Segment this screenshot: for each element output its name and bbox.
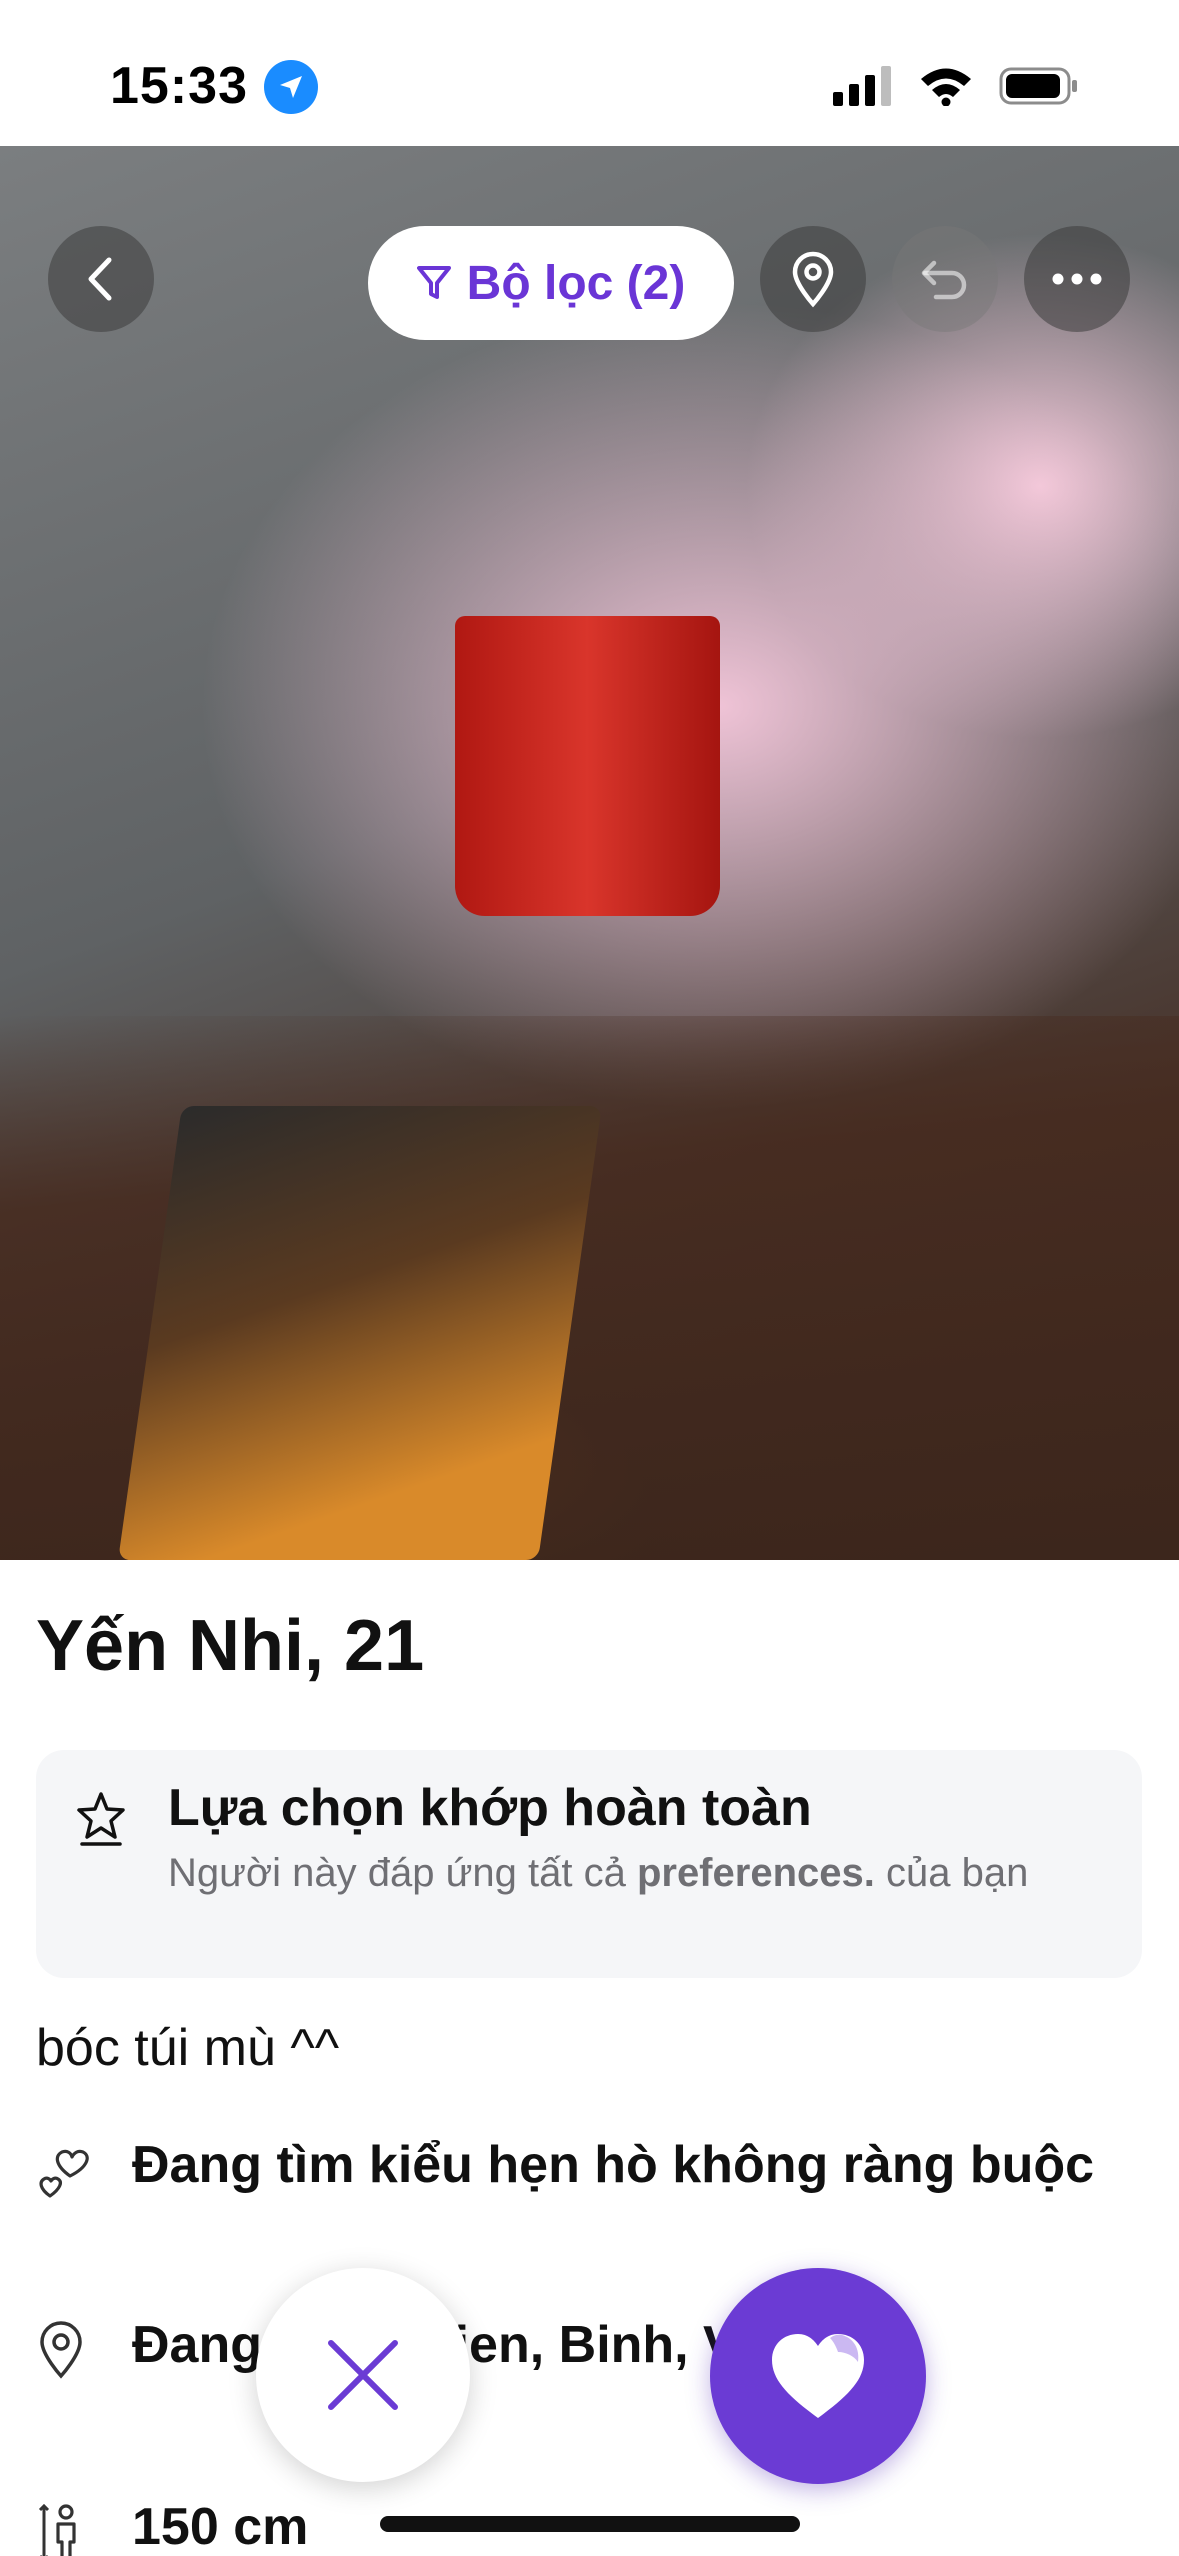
chevron-left-icon bbox=[88, 257, 112, 301]
match-title: Lựa chọn khớp hoàn toàn bbox=[168, 1779, 812, 1837]
match-card: Lựa chọn khớp hoàn toàn Người này đáp ứn… bbox=[36, 1750, 1142, 1978]
status-time: 15:33 bbox=[110, 57, 248, 115]
home-indicator bbox=[380, 2516, 800, 2532]
funnel-icon bbox=[416, 266, 451, 299]
location-arrow-icon bbox=[264, 60, 318, 114]
info-row-location: Đang Song Vien, Binh, Vietnam bbox=[36, 2312, 1136, 2452]
heart-icon bbox=[772, 2334, 864, 2418]
photo-snack-bag bbox=[118, 1106, 602, 1560]
status-bar: 15:33 bbox=[0, 0, 1179, 146]
info-row-dating-intent: Đang tìm kiểu hẹn hò không ràng buộc bbox=[36, 2132, 1136, 2272]
map-pin-icon bbox=[40, 2321, 82, 2379]
filter-button[interactable]: Bộ lọc (2) bbox=[368, 226, 734, 340]
more-horizontal-icon bbox=[1052, 273, 1102, 285]
battery-icon bbox=[999, 67, 1077, 105]
status-icons bbox=[833, 66, 1079, 106]
undo-button[interactable] bbox=[892, 226, 998, 332]
close-icon bbox=[328, 2340, 398, 2410]
height-icon bbox=[38, 2503, 76, 2556]
dislike-button[interactable] bbox=[256, 2268, 470, 2482]
profile-bio: bóc túi mù ^^ bbox=[36, 2019, 340, 2077]
cellular-signal-icon bbox=[833, 66, 891, 106]
match-description: Người này đáp ứng tất cả preferences. củ… bbox=[168, 1846, 1108, 1900]
filter-label: Bộ lọc (2) bbox=[466, 256, 686, 310]
profile-photo[interactable] bbox=[0, 146, 1179, 1560]
match-desc-suffix: của bạn bbox=[874, 1851, 1029, 1895]
map-pin-icon bbox=[792, 251, 834, 308]
photo-cup bbox=[455, 616, 720, 916]
profile-name-age: Yến Nhi, 21 bbox=[36, 1606, 425, 1686]
undo-icon bbox=[921, 260, 967, 300]
info-text-dating-intent: Đang tìm kiểu hẹn hò không ràng buộc bbox=[132, 2136, 1095, 2194]
match-desc-bold: preferences. bbox=[636, 1851, 875, 1895]
star-badge-icon bbox=[77, 1792, 125, 1846]
location-button[interactable] bbox=[760, 226, 866, 332]
hearts-icon bbox=[39, 2149, 89, 2198]
wifi-icon bbox=[921, 68, 971, 106]
match-desc-prefix: Người này đáp ứng tất cả bbox=[168, 1851, 637, 1895]
more-options-button[interactable] bbox=[1024, 226, 1130, 332]
like-button[interactable] bbox=[710, 2268, 926, 2484]
back-button[interactable] bbox=[48, 226, 154, 332]
